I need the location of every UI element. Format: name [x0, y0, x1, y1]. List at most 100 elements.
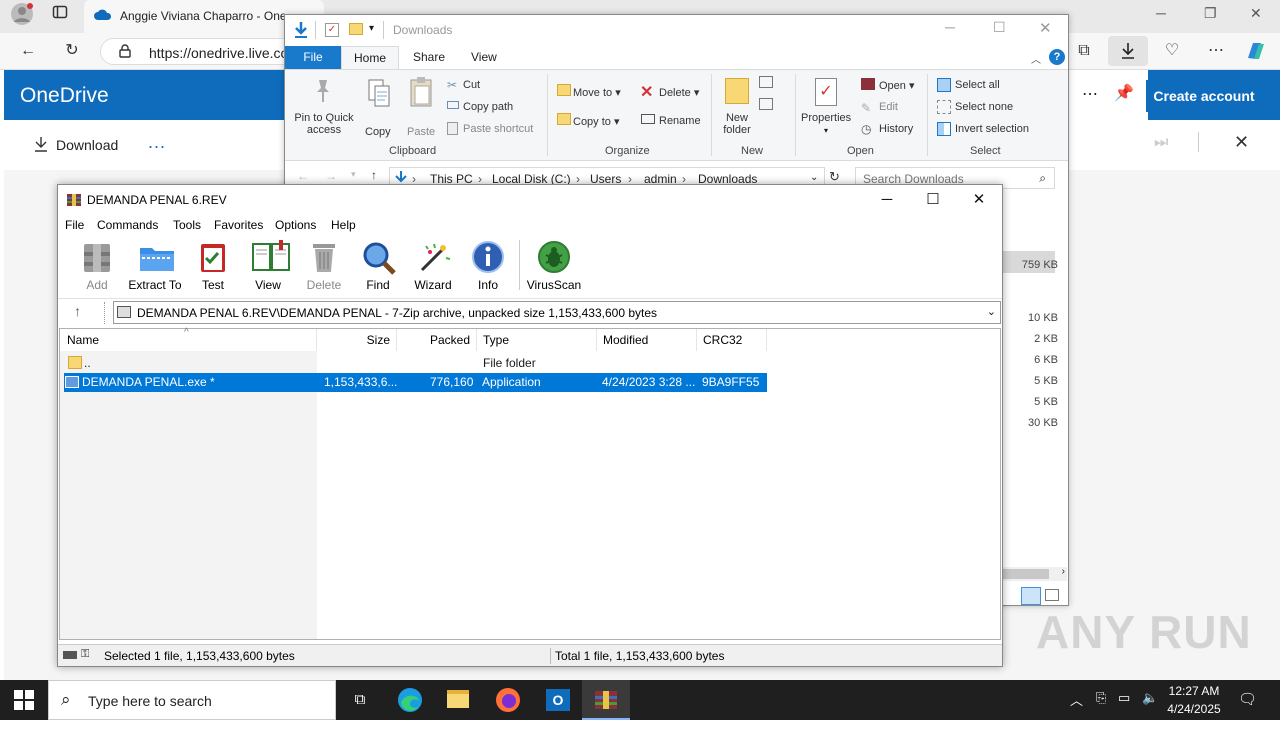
invert-selection-button[interactable]: Invert selection [955, 123, 1029, 135]
extract-to-button[interactable]: Extract To [127, 240, 183, 294]
file-explorer-app-icon[interactable] [434, 680, 482, 720]
new-item-icon[interactable] [759, 76, 773, 88]
taskbar-search[interactable]: ⌕ Type here to search [48, 680, 336, 720]
onedrive-brand[interactable]: OneDrive [20, 84, 109, 108]
info-button[interactable]: Info [460, 240, 516, 294]
move-to-button[interactable]: Move to ▾ [573, 86, 621, 99]
scroll-right-icon[interactable]: › [1062, 566, 1065, 577]
settings-more-icon[interactable]: ⋯ [1202, 37, 1230, 65]
path-dropdown-icon[interactable]: ⌄ [810, 172, 818, 183]
add-button[interactable]: Add [69, 240, 125, 294]
tab-file[interactable]: File [285, 46, 341, 69]
column-header-size[interactable]: Size [317, 329, 397, 351]
menu-help[interactable]: Help [331, 218, 356, 232]
close-viewer-icon[interactable]: ✕ [1234, 132, 1249, 153]
create-account-button[interactable]: Create account [1146, 80, 1262, 112]
minimize-icon[interactable]: ─ [864, 185, 910, 215]
large-icons-view-icon[interactable] [1045, 589, 1059, 601]
table-row[interactable]: .. File folder [60, 354, 767, 372]
profile-icon[interactable] [8, 2, 36, 30]
more-options-icon[interactable]: ⋯ [1082, 84, 1098, 104]
paste-button[interactable]: Paste [407, 126, 435, 138]
menu-commands[interactable]: Commands [97, 218, 158, 232]
horizontal-scrollbar[interactable]: › [1003, 566, 1067, 581]
column-header-type[interactable]: Type [477, 329, 597, 351]
history-button[interactable]: History [879, 123, 913, 135]
properties-dropdown-icon[interactable]: ▾ [824, 126, 828, 135]
tab-home[interactable]: Home [341, 46, 399, 70]
pin-icon[interactable]: 📌 [1114, 83, 1134, 103]
next-icon[interactable]: ⏭ [1154, 134, 1168, 152]
tray-chevron-icon[interactable]: ︿ [1070, 690, 1083, 709]
collapse-ribbon-icon[interactable]: ︿ [1031, 51, 1041, 66]
downloads-button[interactable] [1108, 36, 1148, 66]
menu-tools[interactable]: Tools [173, 218, 201, 232]
copilot-icon[interactable] [1244, 40, 1268, 65]
menu-file[interactable]: File [65, 218, 84, 232]
easy-access-icon[interactable] [759, 98, 773, 110]
wizard-button[interactable]: Wizard [405, 240, 461, 294]
copy-to-button[interactable]: Copy to ▾ [573, 115, 620, 128]
copy-path-button[interactable]: Copy path [463, 101, 513, 113]
rename-button[interactable]: Rename [659, 115, 701, 127]
path-dropdown-icon[interactable]: ⌄ [987, 305, 996, 318]
network-icon[interactable]: ▭ [1118, 690, 1130, 706]
virusscan-button[interactable]: VirusScan [526, 240, 582, 294]
copy-button[interactable]: Copy [365, 126, 391, 138]
tab-share[interactable]: Share [413, 50, 445, 64]
start-windows-icon[interactable] [14, 690, 34, 713]
test-button[interactable]: Test [185, 240, 241, 294]
tab-view[interactable]: View [471, 50, 497, 64]
new-folder-qa-icon[interactable] [349, 23, 363, 35]
archive-path-combo[interactable]: DEMANDA PENAL 6.REV\DEMANDA PENAL - 7-Zi… [113, 301, 1001, 324]
properties-qa-icon[interactable]: ✓ [325, 23, 339, 37]
minimize-icon[interactable]: ─ [1156, 5, 1166, 21]
select-all-button[interactable]: Select all [955, 79, 1000, 91]
column-header-packed[interactable]: Packed [397, 329, 477, 351]
edge-app-icon[interactable] [386, 680, 434, 720]
more-actions[interactable]: ... [148, 132, 166, 153]
collections-icon[interactable]: ⧉ [1070, 37, 1098, 65]
column-header-crc32[interactable]: CRC32 [697, 329, 767, 351]
delete-button[interactable]: Delete [296, 240, 352, 294]
new-folder-button[interactable]: New folder [721, 112, 753, 136]
properties-button[interactable]: Properties [801, 112, 851, 124]
view-button[interactable]: View [240, 240, 296, 294]
close-icon[interactable]: ✕ [956, 185, 1002, 215]
recent-icon[interactable]: ▾ [351, 169, 356, 180]
delete-button[interactable]: Delete ▾ [659, 86, 699, 99]
download-button[interactable]: Download [56, 137, 118, 153]
up-folder-icon[interactable]: ↑ [74, 303, 81, 319]
taskbar-clock[interactable]: 12:27 AM 4/24/2025 [1156, 682, 1232, 718]
quick-access-down-icon[interactable] [293, 21, 309, 42]
find-button[interactable]: Find [350, 240, 406, 294]
browser-essentials-icon[interactable]: ♡ [1158, 37, 1186, 65]
table-row-selected[interactable]: DEMANDA PENAL.exe * 1,153,433,6... 776,1… [64, 373, 767, 392]
forward-icon[interactable]: → [325, 169, 337, 183]
cut-button[interactable]: Cut [463, 79, 480, 91]
edit-button[interactable]: Edit [879, 101, 898, 113]
close-icon[interactable]: ✕ [1039, 19, 1052, 37]
tab-actions-icon[interactable] [46, 2, 74, 30]
paste-shortcut-button[interactable]: Paste shortcut [463, 123, 533, 135]
scrollbar-thumb[interactable] [1003, 569, 1049, 579]
winrar-app-icon[interactable] [582, 680, 630, 720]
column-header-modified[interactable]: Modified [597, 329, 697, 351]
open-button[interactable]: Open ▾ [879, 79, 915, 92]
pin-quick-access-button[interactable]: Pin to Quick access [293, 112, 355, 136]
address-bar[interactable]: https://onedrive.live.co [100, 38, 300, 65]
menu-options[interactable]: Options [275, 218, 316, 232]
help-icon[interactable]: ? [1049, 49, 1065, 65]
restore-icon[interactable]: ❐ [1204, 5, 1217, 22]
menu-favorites[interactable]: Favorites [214, 218, 263, 232]
minimize-icon[interactable]: ─ [945, 19, 955, 35]
up-icon[interactable]: ↑ [371, 168, 377, 182]
back-icon[interactable]: ← [14, 37, 42, 65]
refresh-icon[interactable]: ↻ [829, 169, 840, 185]
outlook-app-icon[interactable]: O [534, 680, 582, 720]
customize-qa-icon[interactable]: ▾ [369, 23, 374, 34]
back-icon[interactable]: ← [297, 169, 309, 183]
firefox-app-icon[interactable] [484, 680, 532, 720]
maximize-icon[interactable]: ☐ [993, 19, 1006, 36]
refresh-icon[interactable]: ↻ [58, 37, 86, 65]
